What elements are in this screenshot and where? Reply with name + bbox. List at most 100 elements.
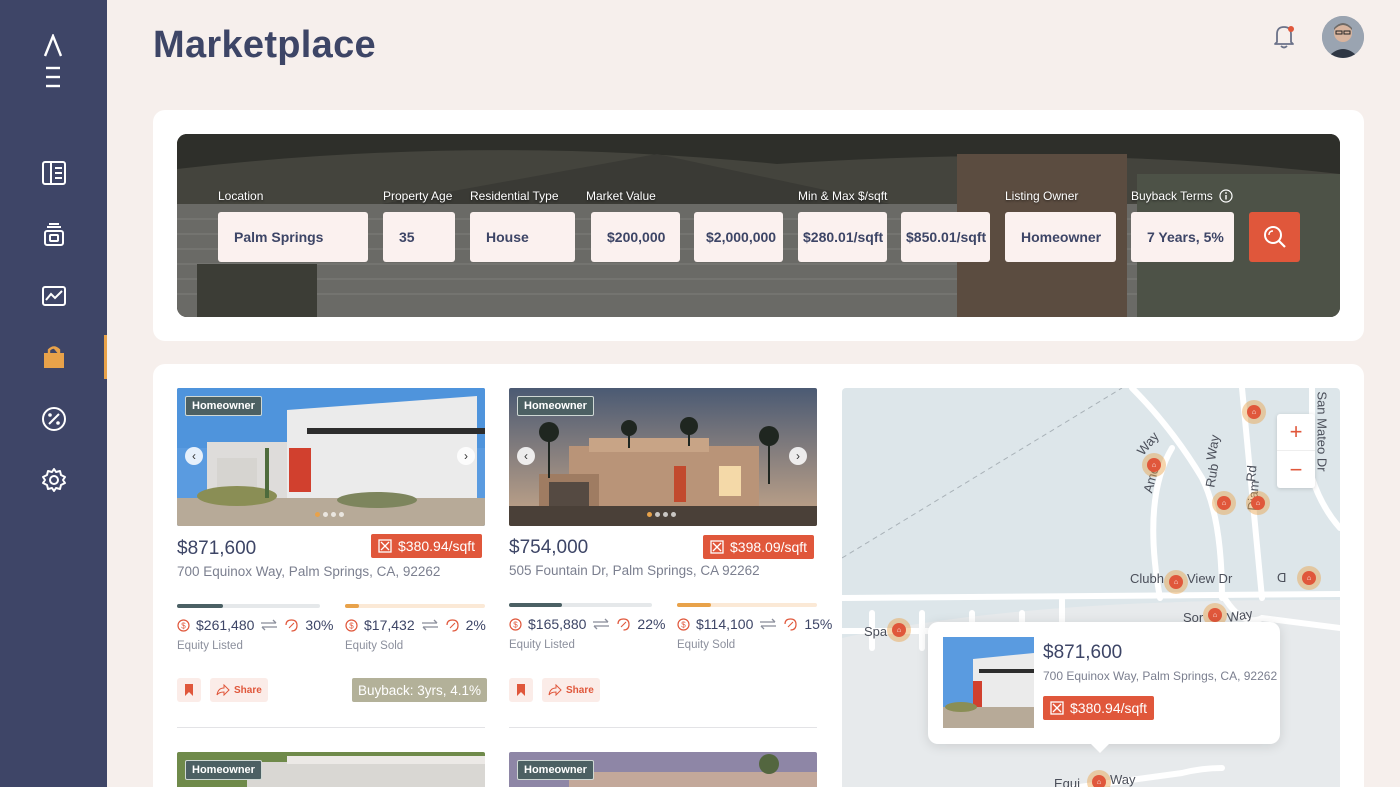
zoom-in-button[interactable]: + — [1277, 414, 1315, 451]
nav-dashboard[interactable] — [0, 151, 107, 195]
nav-deals[interactable] — [0, 397, 107, 441]
sqft-label: Min & Max $/sqft — [798, 189, 888, 203]
street-label: Rd — [1243, 464, 1260, 483]
nav-inventory[interactable] — [0, 213, 107, 257]
equity-sold-bar — [677, 603, 817, 607]
listing-photo[interactable]: Homeowner — [177, 752, 485, 787]
market-max-field[interactable]: $2,000,000 — [694, 212, 783, 262]
expand-icon — [378, 539, 392, 553]
listing-price: $754,000 — [509, 537, 589, 558]
svg-text:$: $ — [681, 620, 686, 629]
equity-sold-bar — [345, 604, 485, 608]
exchange-icon — [421, 619, 438, 631]
percent-refresh-icon — [617, 617, 631, 631]
bell-icon[interactable] — [1270, 22, 1298, 50]
age-field[interactable]: 35 — [383, 212, 455, 262]
street-label: Clubh — [1130, 571, 1164, 586]
map[interactable]: Way Amer Rub Way Diam Rd San Mateo Dr Cl… — [842, 388, 1340, 787]
bookmark-button[interactable] — [509, 678, 533, 702]
owner-tag: Homeowner — [185, 396, 262, 416]
map-pin[interactable]: ⌂ — [1297, 566, 1321, 590]
street-label: Spa — [864, 624, 888, 639]
listings-panel: Homeowner ‹ › $871,600 $380.94/sqft 700 … — [153, 364, 1364, 787]
expand-icon — [1050, 701, 1064, 715]
zoom-control: + − — [1277, 414, 1315, 488]
sqft-min-field[interactable]: $280.01/sqft — [798, 212, 887, 262]
listing-card[interactable]: Homeowner ‹ › $754,000 $398.09/sqft 505 … — [509, 388, 832, 728]
listing-price: $871,600 — [177, 538, 257, 559]
photo-dots — [647, 512, 676, 517]
share-button[interactable]: Share — [542, 678, 600, 702]
bookmark-icon — [517, 684, 525, 696]
map-pin[interactable]: ⌂ — [887, 618, 911, 642]
buyback-field[interactable]: 7 Years, 5% — [1131, 212, 1234, 262]
dollar-icon: $ — [345, 618, 358, 632]
owner-tag: Homeowner — [185, 760, 262, 780]
nav-settings[interactable] — [0, 458, 107, 502]
equity-listed: $ $261,480 30% — [177, 617, 333, 633]
search-button[interactable] — [1249, 212, 1300, 262]
location-field[interactable]: Palm Springs — [218, 212, 368, 262]
sqft-max-field[interactable]: $850.01/sqft — [901, 212, 990, 262]
map-pin[interactable]: ⌂ — [1212, 491, 1236, 515]
notification-dot — [1288, 26, 1294, 32]
market-label: Market Value — [586, 189, 656, 203]
map-pin[interactable]: ⌂ — [1087, 770, 1111, 787]
listing-card[interactable]: Homeowner — [177, 752, 485, 787]
type-label: Residential Type — [470, 189, 559, 203]
type-field[interactable]: House — [470, 212, 575, 262]
svg-text:$: $ — [181, 621, 186, 630]
map-pin[interactable]: ⌂ — [1142, 453, 1166, 477]
popup-address: 700 Equinox Way, Palm Springs, CA, 92262 — [1043, 669, 1278, 683]
prev-photo-button[interactable]: ‹ — [185, 447, 203, 465]
avatar[interactable] — [1322, 16, 1364, 58]
buyback-label: Buyback Terms — [1131, 189, 1233, 203]
next-photo-button[interactable]: › — [457, 447, 475, 465]
owner-tag: Homeowner — [517, 760, 594, 780]
next-photo-button[interactable]: › — [789, 447, 807, 465]
street-label: Way — [1110, 772, 1136, 787]
map-pin[interactable]: ⌂ — [1246, 491, 1270, 515]
nav-analytics[interactable] — [0, 274, 107, 318]
bookmark-button[interactable] — [177, 678, 201, 702]
popup-price-per-sqft: $380.94/sqft — [1043, 696, 1155, 720]
svg-text:$: $ — [349, 621, 354, 630]
listing-card[interactable]: Homeowner — [509, 752, 817, 787]
percent-refresh-icon — [446, 618, 459, 632]
equity-listed-bar — [177, 604, 320, 608]
owner-label: Listing Owner — [1005, 189, 1079, 203]
search-panel: Location Property Age Residential Type M… — [153, 110, 1364, 341]
gear-icon — [41, 468, 66, 492]
layout-icon — [41, 161, 66, 185]
listing-photo[interactable]: Homeowner — [509, 752, 817, 787]
map-pin[interactable]: ⌂ — [1164, 570, 1188, 594]
zoom-out-button[interactable]: − — [1277, 451, 1315, 488]
listing-photo[interactable]: Homeowner ‹ › — [177, 388, 485, 526]
share-button[interactable]: Share — [210, 678, 268, 702]
equity-listed-bar — [509, 603, 652, 607]
page-title: Marketplace — [153, 24, 376, 66]
equity-listed-label: Equity Listed — [177, 640, 243, 652]
exchange-icon — [261, 619, 278, 631]
street-label: D — [1277, 570, 1287, 585]
bag-icon — [43, 346, 64, 368]
search-icon — [1263, 226, 1286, 248]
photo-dots — [315, 512, 344, 517]
listing-photo[interactable]: Homeowner ‹ › — [509, 388, 817, 526]
nav-marketplace[interactable] — [0, 335, 107, 379]
svg-text:$: $ — [513, 620, 518, 629]
bookmark-icon — [185, 684, 193, 696]
owner-field[interactable]: Homeowner — [1005, 212, 1116, 262]
divider — [177, 727, 485, 728]
info-icon[interactable] — [1219, 189, 1233, 203]
listing-card[interactable]: Homeowner ‹ › $871,600 $380.94/sqft 700 … — [177, 388, 488, 728]
box-stack-icon — [43, 223, 64, 246]
market-min-field[interactable]: $200,000 — [591, 212, 680, 262]
map-popup[interactable]: $871,600 700 Equinox Way, Palm Springs, … — [928, 622, 1280, 753]
location-label: Location — [218, 189, 264, 203]
prev-photo-button[interactable]: ‹ — [517, 447, 535, 465]
sidebar — [0, 0, 107, 787]
chart-icon — [41, 286, 66, 306]
equity-sold: $ $114,100 15% — [677, 616, 832, 632]
map-pin[interactable]: ⌂ — [1242, 400, 1266, 424]
